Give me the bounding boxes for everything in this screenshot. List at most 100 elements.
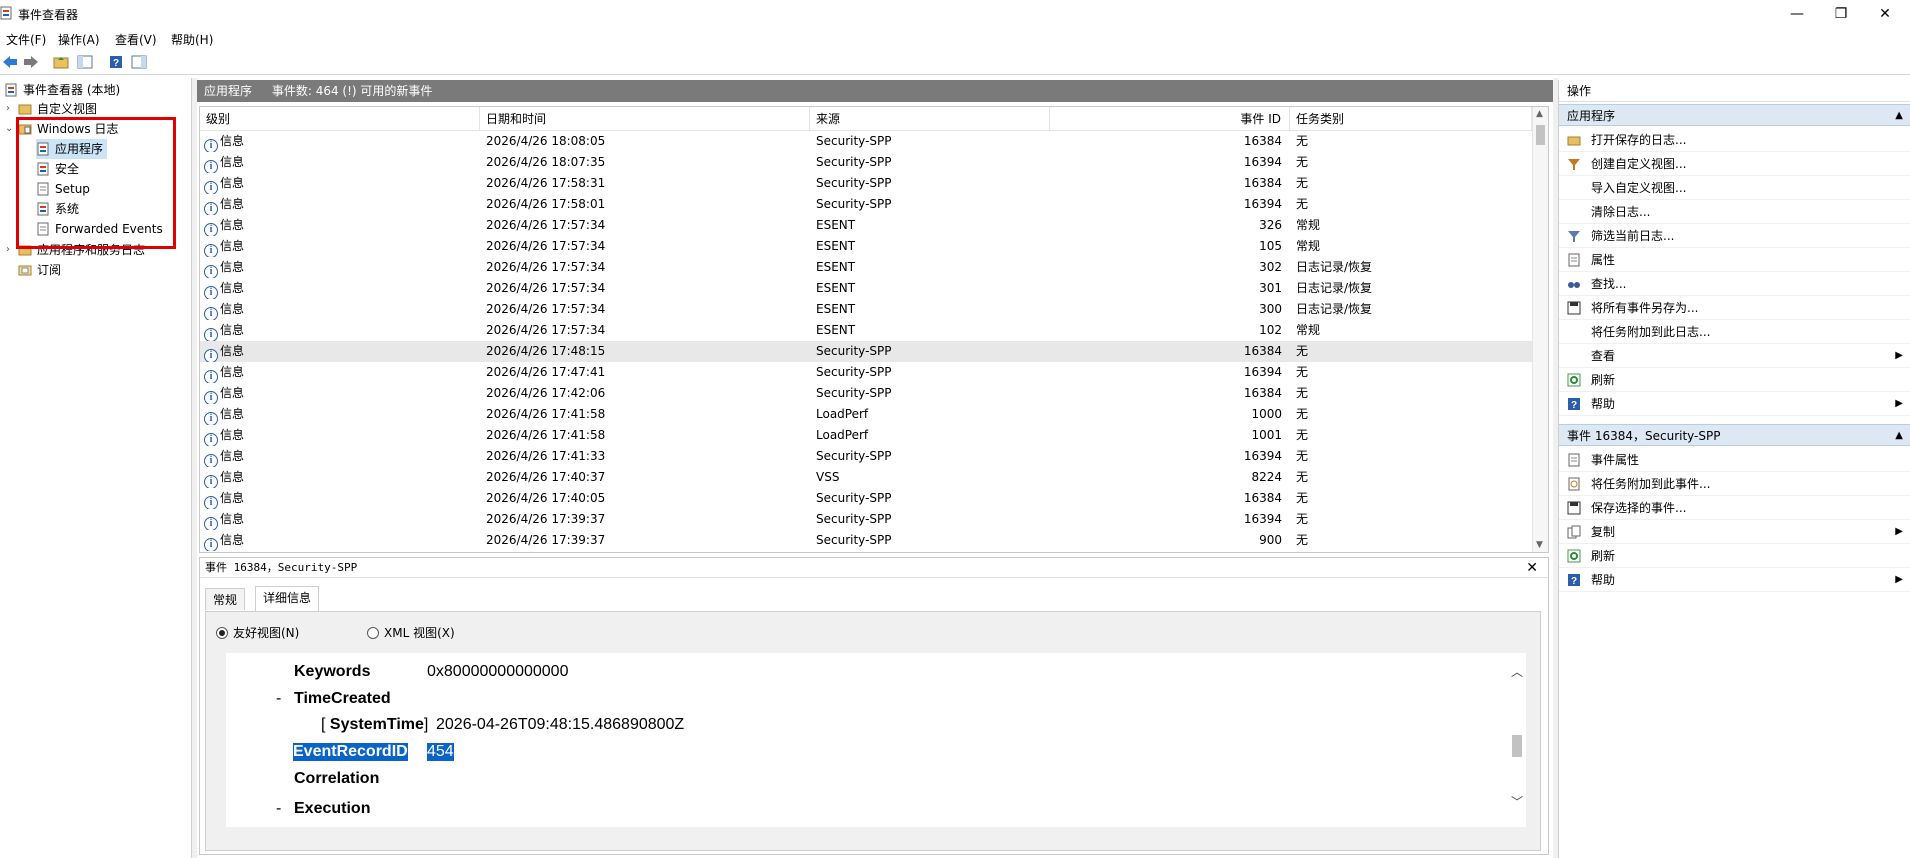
table-row[interactable]: i 信息 2026/4/26 17:40:05 Security-SPP 16384 无 (200, 488, 1532, 509)
minimize-button[interactable]: — (1777, 4, 1817, 24)
col-datetime[interactable]: 日期和时间 (480, 107, 810, 131)
table-row[interactable]: i 信息 2026/4/26 18:08:05 Security-SPP 16384 无 (200, 131, 1532, 152)
scroll-up-icon[interactable]: ▲ (1536, 109, 1543, 119)
forward-icon[interactable] (21, 52, 41, 72)
action-item[interactable]: 保存选择的事件... (1559, 496, 1910, 520)
info-icon: i (204, 496, 218, 509)
table-row[interactable]: i 信息 2026/4/26 17:39:37 Security-SPP 900 无 (200, 530, 1532, 551)
action-item[interactable]: 导入自定义视图... (1559, 176, 1910, 200)
scroll-down-icon[interactable]: ▼ (1536, 540, 1543, 550)
cell-source: Security-SPP (816, 491, 892, 505)
filter-icon (1568, 231, 1580, 242)
col-task-category[interactable]: 任务类别 (1290, 107, 1532, 131)
xml-view-radio[interactable]: XML 视图(X) (367, 625, 455, 641)
action-item[interactable]: 筛选当前日志... (1559, 224, 1910, 248)
show-hide-action-pane-icon[interactable] (129, 52, 149, 72)
detail-scrollbar[interactable]: ︿ ﹀ (1508, 653, 1526, 827)
actions-section-application[interactable]: 应用程序 ▲ (1559, 104, 1910, 126)
action-label: 帮助 (1591, 397, 1616, 411)
menu-help[interactable]: 帮助(H) (171, 30, 213, 50)
table-row[interactable]: i 信息 2026/4/26 17:57:34 ESENT 300 日志记录/恢复 (200, 299, 1532, 320)
friendly-view-radio[interactable]: 友好视图(N) (216, 625, 299, 641)
table-row[interactable]: i 信息 2026/4/26 17:41:58 LoadPerf 1000 无 (200, 404, 1532, 425)
col-source[interactable]: 来源 (810, 107, 1050, 131)
action-item[interactable]: 清除日志... (1559, 200, 1910, 224)
tab-details[interactable]: 详细信息 (255, 586, 320, 611)
scroll-thumb[interactable] (1512, 735, 1522, 757)
table-row[interactable]: i 信息 2026/4/26 18:07:35 Security-SPP 16394 无 (200, 152, 1532, 173)
action-item[interactable]: 查找... (1559, 272, 1910, 296)
table-row[interactable]: i 信息 2026/4/26 17:57:34 ESENT 302 日志记录/恢复 (200, 257, 1532, 278)
collapse-dash[interactable]: - (276, 800, 281, 818)
chevron-down-icon[interactable]: ⌄ (5, 123, 13, 134)
cell-id: 16394 (1243, 512, 1282, 526)
action-item[interactable]: 创建自定义视图... (1559, 152, 1910, 176)
table-row[interactable]: i 信息 2026/4/26 17:41:58 LoadPerf 1001 无 (200, 425, 1532, 446)
action-item[interactable]: 复制 ▶ (1559, 520, 1910, 544)
chevron-down-icon[interactable]: ﹀ (1511, 793, 1523, 810)
chevron-right-icon[interactable]: › (6, 103, 10, 114)
tree-item-label: 订阅 (37, 263, 62, 277)
info-icon: i (204, 265, 218, 278)
table-row[interactable]: i 信息 2026/4/26 17:40:37 VSS 8224 无 (200, 467, 1532, 488)
menu-file[interactable]: 文件(F) (6, 30, 46, 50)
action-item[interactable]: 将任务附加到此日志... (1559, 320, 1910, 344)
cell-level: i 信息 (204, 425, 474, 446)
chevron-up-icon[interactable]: ︿ (1511, 663, 1523, 680)
action-item[interactable]: ? 帮助 ▶ (1559, 568, 1910, 592)
action-item[interactable]: 打开保存的日志... (1559, 128, 1910, 152)
action-item[interactable]: 刷新 (1559, 544, 1910, 568)
action-label: 属性 (1591, 253, 1616, 267)
action-item[interactable]: 查看 ▶ (1559, 344, 1910, 368)
action-item[interactable]: 将所有事件另存为... (1559, 296, 1910, 320)
table-row[interactable]: i 信息 2026/4/26 17:57:34 ESENT 301 日志记录/恢复 (200, 278, 1532, 299)
restore-button[interactable]: ❐ (1821, 4, 1861, 24)
collapse-up-icon[interactable]: ▲ (1895, 105, 1903, 127)
action-item[interactable]: 事件属性 (1559, 448, 1910, 472)
action-item[interactable]: 属性 (1559, 248, 1910, 272)
table-row[interactable]: i 信息 2026/4/26 17:57:34 ESENT 105 常规 (200, 236, 1532, 257)
table-row[interactable]: i 信息 2026/4/26 17:58:31 Security-SPP 16384 无 (200, 173, 1532, 194)
scroll-thumb[interactable] (1536, 125, 1545, 145)
cell-task: 无 (1296, 512, 1309, 526)
cell-task: 无 (1296, 449, 1309, 463)
table-row[interactable]: i 信息 2026/4/26 17:57:34 ESENT 326 常规 (200, 215, 1532, 236)
info-icon: i (204, 349, 218, 362)
friendly-view-content[interactable]: Keywords 0x80000000000000 - TimeCreated … (226, 653, 1508, 827)
cell-source: Security-SPP (816, 155, 892, 169)
actions-section-event[interactable]: 事件 16384，Security-SPP ▲ (1559, 424, 1910, 446)
folder-up-icon[interactable] (51, 52, 71, 72)
table-row[interactable]: i 信息 2026/4/26 17:41:33 Security-SPP 16394 无 (200, 446, 1532, 467)
action-item[interactable]: ? 帮助 ▶ (1559, 392, 1910, 416)
table-row[interactable]: i 信息 2026/4/26 17:39:37 Security-SPP 16394 无 (200, 509, 1532, 530)
close-icon[interactable]: ✕ (1526, 558, 1538, 578)
tree-root-label: 事件查看器 (本地) (23, 83, 121, 97)
action-label: 帮助 (1591, 573, 1616, 587)
table-row[interactable]: i 信息 2026/4/26 17:58:01 Security-SPP 16394 无 (200, 194, 1532, 215)
table-row[interactable]: i 信息 2026/4/26 17:42:06 Security-SPP 16384 无 (200, 383, 1532, 404)
menu-action[interactable]: 操作(A) (58, 30, 100, 50)
col-event-id[interactable]: 事件 ID (1050, 107, 1290, 131)
table-row[interactable]: i 信息 2026/4/26 17:57:34 ESENT 102 常规 (200, 320, 1532, 341)
show-hide-tree-icon[interactable] (75, 52, 95, 72)
collapse-dash[interactable]: - (276, 690, 281, 708)
action-item[interactable]: 刷新 (1559, 368, 1910, 392)
splitter[interactable] (192, 78, 197, 858)
tab-general[interactable]: 常规 (205, 588, 246, 610)
tree-root[interactable]: 事件查看器 (本地) (4, 80, 120, 100)
help-icon[interactable]: ? (106, 52, 126, 72)
tree-item-subscriptions[interactable]: 订阅 (18, 260, 61, 280)
col-level[interactable]: 级别 (200, 107, 480, 131)
close-window-button[interactable]: ✕ (1865, 4, 1905, 24)
cell-id: 102 (1259, 323, 1282, 337)
menu-view[interactable]: 查看(V) (115, 30, 157, 50)
timecreated-label: TimeCreated (294, 690, 391, 707)
grid-scrollbar[interactable]: ▲ ▼ (1532, 107, 1548, 552)
chevron-right-icon[interactable]: › (6, 244, 10, 255)
action-item[interactable]: 将任务附加到此事件... (1559, 472, 1910, 496)
collapse-up-icon[interactable]: ▲ (1895, 425, 1903, 447)
table-row[interactable]: i 信息 2026/4/26 17:47:41 Security-SPP 16394 无 (200, 362, 1532, 383)
tree-item-custom-views[interactable]: 自定义视图 (18, 99, 97, 119)
back-icon[interactable] (0, 52, 20, 72)
table-row[interactable]: i 信息 2026/4/26 17:48:15 Security-SPP 16384 无 (200, 341, 1532, 362)
